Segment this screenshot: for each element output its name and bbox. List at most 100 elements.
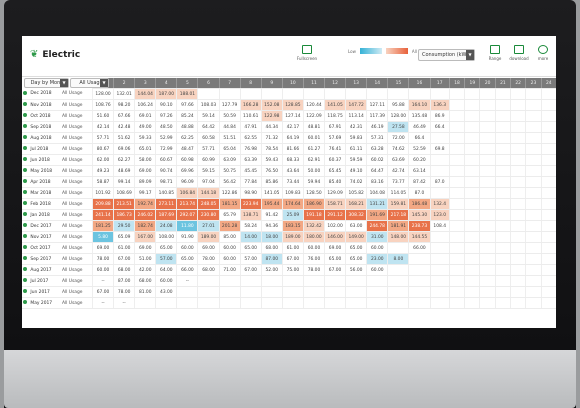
usage-cell[interactable]: [387, 275, 409, 287]
usage-cell[interactable]: 57.00: [239, 253, 262, 265]
usage-cell[interactable]: 158.71: [324, 198, 346, 210]
usage-cell[interactable]: 99.17: [134, 187, 156, 199]
usage-cell[interactable]: 57.71: [197, 143, 220, 155]
usage-cell[interactable]: 189.00: [281, 231, 304, 243]
usage-cell[interactable]: [448, 220, 465, 232]
usage-cell[interactable]: 73.44: [281, 176, 304, 188]
usage-cell[interactable]: 128.50: [302, 187, 325, 199]
usage-cell[interactable]: [345, 286, 367, 298]
usage-cell[interactable]: 60.99: [197, 154, 220, 166]
table-row[interactable]: Feb 2018 All Usage 209.88 213.51 192.74 273.1…: [22, 198, 556, 210]
usage-cell[interactable]: 187.00: [155, 88, 177, 100]
usage-cell[interactable]: [510, 275, 526, 287]
usage-cell[interactable]: 66.4: [408, 132, 430, 144]
column-header[interactable]: 23: [525, 78, 542, 89]
usage-cell[interactable]: [494, 110, 511, 122]
usage-cell[interactable]: [464, 110, 480, 122]
usage-cell[interactable]: [479, 154, 496, 166]
usage-cell[interactable]: 273.11: [155, 198, 177, 210]
usage-cell[interactable]: [525, 99, 542, 111]
usage-cell[interactable]: [281, 275, 304, 287]
usage-cell[interactable]: 52.99: [155, 132, 177, 144]
usage-cell[interactable]: [448, 143, 465, 155]
usage-cell[interactable]: 42.14: [91, 121, 114, 133]
usage-cell[interactable]: [197, 286, 220, 298]
usage-cell[interactable]: 230.80: [197, 209, 220, 221]
usage-cell[interactable]: 83.16: [366, 176, 388, 188]
usage-cell[interactable]: 183.15: [281, 220, 304, 232]
column-header[interactable]: 24: [540, 78, 556, 89]
table-row[interactable]: Dec 2018 All Usage 128.00 132.01 144.04 187.0…: [22, 88, 556, 100]
usage-cell[interactable]: 61.27: [302, 143, 325, 155]
usage-cell[interactable]: [448, 121, 465, 133]
usage-cell[interactable]: [197, 297, 220, 309]
table-row[interactable]: Mar 2018 All Usage 101.92 108.69 99.17 140.85…: [22, 187, 556, 199]
usage-cell[interactable]: 195.44: [260, 198, 283, 210]
usage-cell[interactable]: 81.00: [134, 286, 156, 298]
usage-cell[interactable]: 65.09: [113, 231, 135, 243]
usage-cell[interactable]: 60.58: [197, 132, 220, 144]
usage-cell[interactable]: 85.24: [176, 110, 198, 122]
usage-cell[interactable]: 46.19: [366, 121, 388, 133]
table-row[interactable]: Jun 2017 All Usage 67.00 78.00 81.00 43.00: [22, 286, 556, 298]
usage-cell[interactable]: [479, 99, 496, 111]
usage-cell[interactable]: 65.79: [218, 209, 241, 221]
usage-cell[interactable]: [429, 275, 450, 287]
column-header[interactable]: 10: [281, 78, 304, 89]
usage-cell[interactable]: --: [176, 275, 198, 287]
usage-cell[interactable]: 132.42: [302, 220, 325, 232]
usage-cell[interactable]: 69.06: [113, 143, 135, 155]
usage-cell[interactable]: [429, 132, 450, 144]
table-row[interactable]: Oct 2018 All Usage 51.60 67.66 69.01 97.26 85.…: [22, 110, 556, 122]
usage-cell[interactable]: [510, 88, 526, 100]
usage-cell[interactable]: [239, 275, 262, 287]
usage-cell[interactable]: 23.00: [366, 253, 388, 265]
usage-cell[interactable]: [494, 154, 511, 166]
usage-cell[interactable]: [408, 297, 430, 309]
usage-cell[interactable]: 69.8: [429, 143, 450, 155]
usage-cell[interactable]: 209.88: [91, 198, 114, 210]
usage-cell[interactable]: 31.00: [366, 231, 388, 243]
column-header[interactable]: 7: [218, 78, 241, 89]
usage-cell[interactable]: 60.00: [366, 264, 388, 276]
usage-cell[interactable]: 85.00: [218, 231, 241, 243]
usage-cell[interactable]: 123.0: [429, 209, 450, 221]
usage-cell[interactable]: [525, 88, 542, 100]
table-row[interactable]: May 2017 All Usage -- --: [22, 297, 556, 309]
usage-cell[interactable]: 67.91: [324, 121, 346, 133]
column-header[interactable]: 6: [197, 78, 220, 89]
usage-cell[interactable]: [218, 275, 241, 287]
usage-cell[interactable]: [464, 242, 480, 254]
usage-cell[interactable]: [324, 286, 346, 298]
period-dropdown[interactable]: Day by Month ▼: [24, 78, 69, 88]
usage-cell[interactable]: 63.39: [239, 154, 262, 166]
usage-cell[interactable]: [448, 231, 465, 243]
usage-cell[interactable]: 80.67: [91, 143, 114, 155]
usage-cell[interactable]: 91.42: [260, 209, 283, 221]
usage-cell[interactable]: [387, 286, 409, 298]
usage-cell[interactable]: 87.42: [408, 176, 430, 188]
usage-cell[interactable]: [464, 209, 480, 221]
usage-cell[interactable]: 60.98: [176, 154, 198, 166]
usage-cell[interactable]: 129.09: [324, 187, 346, 199]
column-header[interactable]: 17: [429, 78, 450, 89]
usage-cell[interactable]: 105.82: [345, 187, 367, 199]
usage-cell[interactable]: 291.12: [324, 209, 346, 221]
usage-cell[interactable]: 48.69: [113, 165, 135, 177]
usage-cell[interactable]: 201.28: [218, 220, 241, 232]
usage-cell[interactable]: [408, 286, 430, 298]
usage-cell[interactable]: [479, 132, 496, 144]
usage-cell[interactable]: [494, 99, 511, 111]
usage-cell[interactable]: 167.00: [134, 231, 156, 243]
usage-cell[interactable]: 108.03: [197, 99, 220, 111]
usage-cell[interactable]: 241.14: [91, 209, 114, 221]
usage-cell[interactable]: 78.00: [91, 253, 114, 265]
usage-cell[interactable]: 62.91: [302, 154, 325, 166]
usage-cell[interactable]: 144.55: [408, 231, 430, 243]
usage-cell[interactable]: [540, 165, 556, 177]
usage-cell[interactable]: 108.76: [91, 99, 114, 111]
usage-cell[interactable]: 56.42: [218, 176, 241, 188]
usage-cell[interactable]: 43.00: [155, 286, 177, 298]
usage-cell[interactable]: 72.99: [155, 143, 177, 155]
usage-cell[interactable]: [429, 264, 450, 276]
